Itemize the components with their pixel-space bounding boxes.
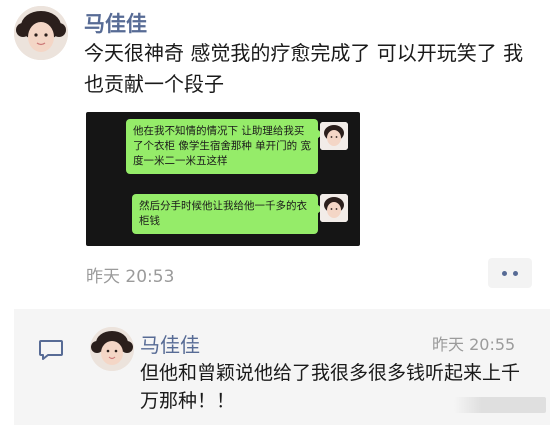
- watermark: [454, 397, 546, 413]
- chat-avatar: [320, 194, 348, 222]
- comment-section: 马佳佳 昨天 20:55 但他和曾颖说他给了我很多很多钱听起来上千万那种！！: [14, 309, 550, 425]
- post-author-name[interactable]: 马佳佳: [84, 8, 147, 38]
- post-timestamp: 昨天 20:53: [86, 267, 175, 287]
- comment-timestamp: 昨天 20:55: [432, 335, 516, 354]
- post-text: 今天很神奇 感觉我的疗愈完成了 可以开玩笑了 我也贡献一个段子: [84, 41, 524, 96]
- chat-bubble: 他在我不知情的情况下 让助理给我买了个衣柜 像学生宿舍那种 单开门的 宽度一米二…: [126, 119, 323, 174]
- comment-author-avatar[interactable]: [90, 327, 134, 371]
- more-dots-icon: [502, 270, 507, 276]
- post-author-avatar[interactable]: [14, 6, 68, 60]
- post-image-chat-screenshot[interactable]: 他在我不知情的情况下 让助理给我买了个衣柜 像学生宿舍那种 单开门的 宽度一米二…: [86, 112, 360, 246]
- comment-author-name[interactable]: 马佳佳: [140, 329, 200, 358]
- chat-bubble: 然后分手时候他让我给他一千多的衣柜钱: [132, 194, 323, 234]
- more-dots-icon: [513, 270, 518, 276]
- more-options-button[interactable]: [488, 258, 532, 288]
- chat-avatar: [320, 122, 348, 150]
- comment-bubble-icon: [39, 340, 63, 360]
